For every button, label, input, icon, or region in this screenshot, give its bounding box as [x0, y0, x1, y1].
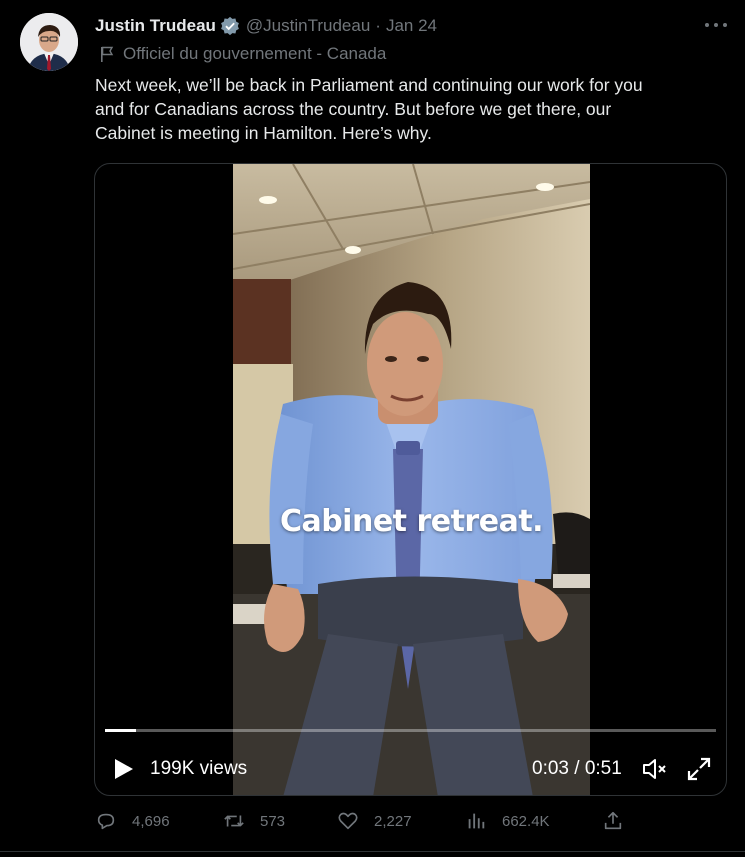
fullscreen-icon[interactable]: [685, 755, 713, 783]
tweet-text-line: Cabinet is meeting in Hamilton. Here’s w…: [95, 123, 432, 143]
tweet-text-line: and for Canadians across the country. Bu…: [95, 99, 612, 119]
video-caption: Cabinet retreat.: [279, 504, 544, 539]
video-frame[interactable]: [233, 164, 590, 795]
video-controls: 199K views 0:03 / 0:51: [95, 749, 726, 789]
video-player[interactable]: Cabinet retreat. 199K views 0:03 / 0:51: [94, 163, 727, 796]
government-label-text: Officiel du gouvernement - Canada: [123, 44, 387, 63]
video-progress-fill: [105, 729, 136, 732]
analytics-icon: [468, 813, 485, 829]
tweet-actions: 4,696 573 2,227 662.4K: [95, 810, 635, 838]
tweet: Justin Trudeau @JustinTrudeau · Jan 24 O…: [0, 0, 745, 857]
tweet-text: Next week, we’ll be back in Parliament a…: [95, 73, 720, 145]
heart-icon: [338, 812, 358, 830]
reply-icon: [97, 813, 115, 830]
share-button[interactable]: [602, 810, 639, 832]
like-count: 2,227: [374, 812, 412, 830]
views-count: 662.4K: [502, 812, 550, 830]
like-button[interactable]: 2,227: [337, 810, 412, 832]
separator-dot: ·: [375, 16, 381, 35]
tweet-header: Justin Trudeau @JustinTrudeau · Jan 24: [95, 13, 437, 39]
mute-icon[interactable]: [641, 755, 669, 783]
retweet-icon: [224, 815, 244, 827]
flag-icon: [101, 46, 114, 62]
verified-badge-icon[interactable]: [220, 16, 240, 36]
views-button[interactable]: 662.4K: [465, 810, 550, 832]
reply-button[interactable]: 4,696: [95, 810, 170, 832]
author-handle[interactable]: @JustinTrudeau: [246, 16, 370, 36]
tweet-date[interactable]: Jan 24: [386, 16, 437, 36]
reply-count: 4,696: [132, 812, 170, 830]
tweet-text-line: Next week, we’ll be back in Parliament a…: [95, 75, 643, 95]
avatar-image: [20, 13, 78, 71]
divider: [0, 851, 745, 852]
share-icon: [604, 811, 622, 830]
retweet-count: 573: [260, 812, 286, 830]
author-name[interactable]: Justin Trudeau: [95, 16, 216, 36]
retweet-button[interactable]: 573: [223, 810, 285, 832]
avatar[interactable]: [20, 13, 78, 71]
play-icon[interactable]: [113, 757, 135, 781]
more-icon[interactable]: [705, 16, 727, 34]
video-time: 0:03 / 0:51: [532, 758, 622, 779]
video-views: 199K views: [150, 758, 248, 779]
video-progress-bar[interactable]: [105, 729, 716, 732]
government-label[interactable]: Officiel du gouvernement - Canada: [99, 44, 386, 64]
